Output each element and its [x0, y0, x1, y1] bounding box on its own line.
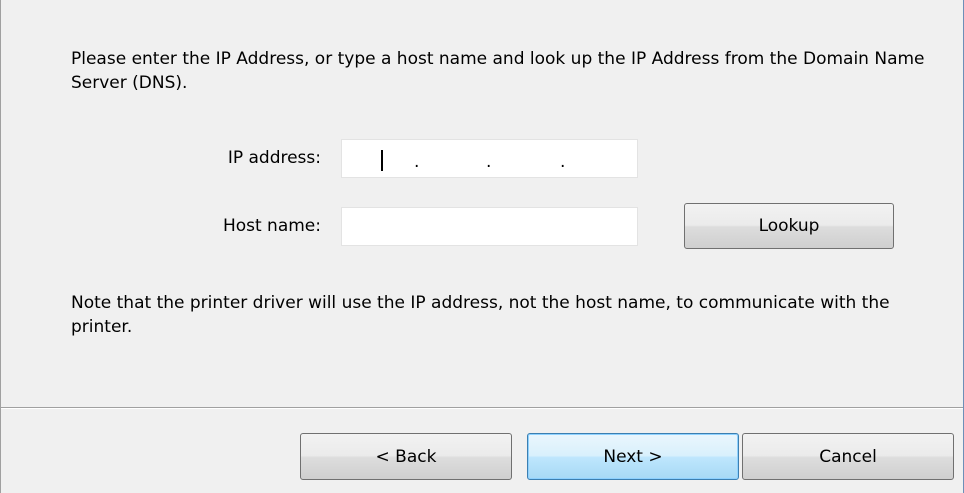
- text-caret: [381, 150, 383, 171]
- cancel-button[interactable]: Cancel: [742, 433, 954, 480]
- ip-address-field[interactable]: . . .: [341, 139, 638, 178]
- lookup-button[interactable]: Lookup: [684, 203, 894, 249]
- host-name-input[interactable]: [341, 207, 638, 246]
- ip-octet-separator: .: [414, 152, 420, 172]
- note-text: Note that the printer driver will use th…: [71, 293, 890, 337]
- back-button[interactable]: < Back: [300, 433, 512, 480]
- ip-octet-separator: .: [486, 152, 492, 172]
- host-name-label: Host name:: [222, 216, 321, 236]
- next-button[interactable]: Next >: [527, 433, 739, 480]
- ip-address-label: IP address:: [227, 148, 321, 168]
- footer-separator: [1, 407, 963, 409]
- intro-text: Please enter the IP Address, or type a h…: [71, 49, 925, 93]
- ip-octet-separator: .: [560, 152, 566, 172]
- wizard-dialog: Please enter the IP Address, or type a h…: [0, 0, 964, 493]
